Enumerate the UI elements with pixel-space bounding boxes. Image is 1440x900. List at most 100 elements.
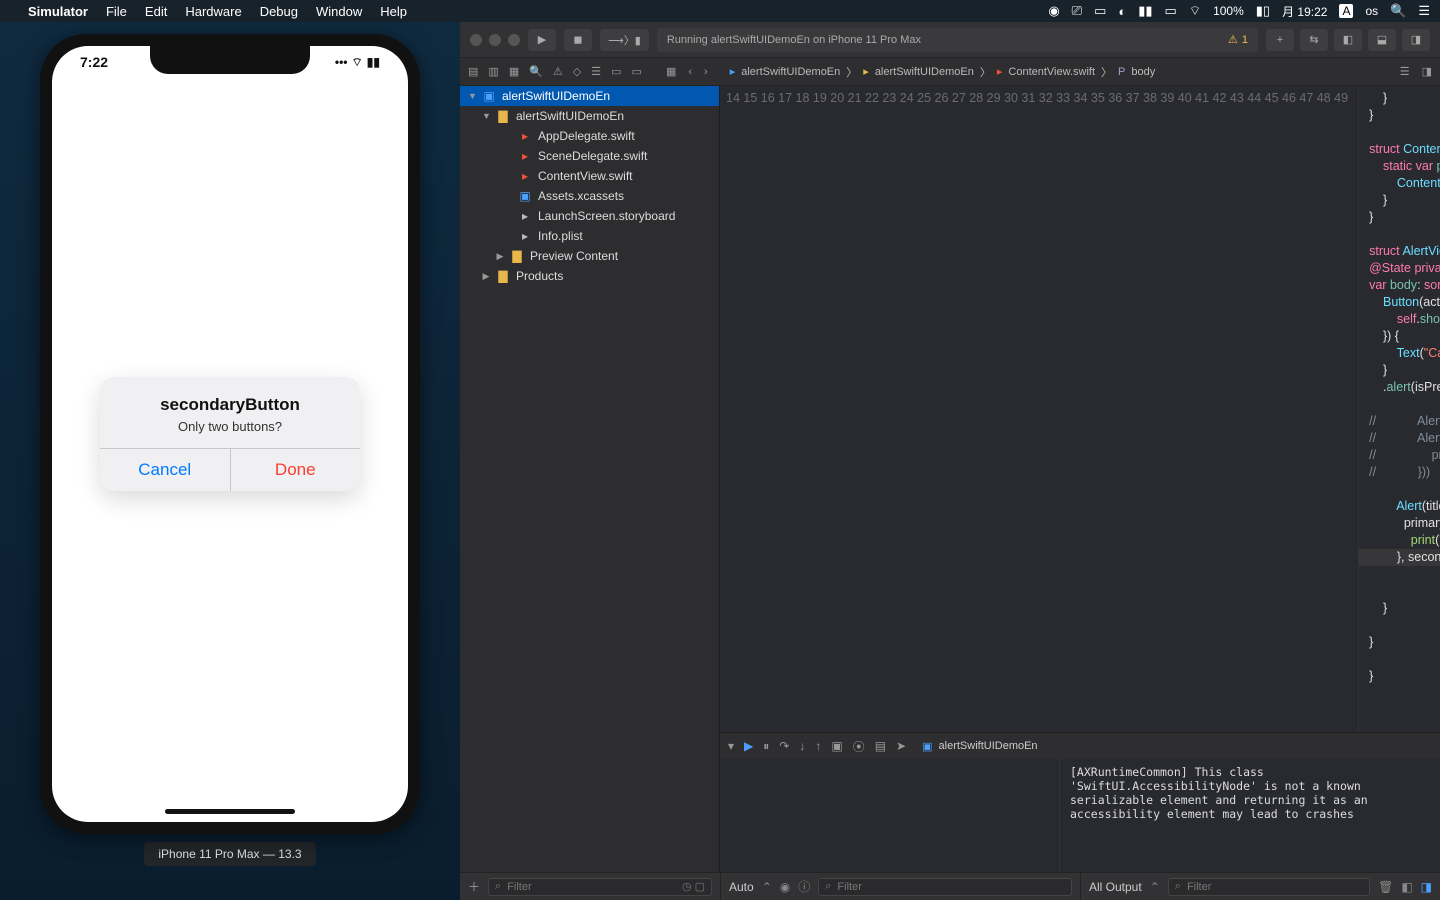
nav-test-icon[interactable]: ◇ — [573, 65, 581, 78]
adjust-editor-icon[interactable]: ◨ — [1422, 65, 1432, 78]
alert-title: secondaryButton — [114, 395, 346, 415]
alert-message: Only two buttons? — [114, 419, 346, 434]
nav-file[interactable]: ▸Info.plist — [460, 226, 719, 246]
console-filter[interactable]: ⌕Filter — [1168, 878, 1370, 896]
wifi-icon[interactable]: ⌔ — [1189, 3, 1201, 19]
auto-label[interactable]: Auto — [729, 880, 754, 894]
toggle-debug-button[interactable]: ⬓ — [1368, 29, 1396, 51]
eye-icon[interactable]: ◉ — [780, 880, 790, 894]
nav-root[interactable]: ▼▣alertSwiftUIDemoEn — [460, 86, 719, 106]
nav-project-icon[interactable]: ▤ — [468, 65, 478, 78]
editor-options-icon[interactable]: ☰ — [1400, 65, 1410, 78]
clock[interactable]: 月 19:22 — [1282, 3, 1327, 20]
location-icon[interactable]: ➤ — [896, 739, 906, 753]
warning-count[interactable]: 1 — [1242, 34, 1248, 46]
sidecar-icon[interactable]: ▮▮ — [1138, 3, 1152, 19]
screenshot-icon[interactable]: ⎚ — [1072, 3, 1082, 19]
breadcrumb[interactable]: ▸alertSwiftUIDemoEn〉 ▸alertSwiftUIDemoEn… — [730, 64, 1388, 80]
nav-debug-icon[interactable]: ☰ — [591, 65, 601, 78]
nav-report-icon[interactable]: ▭ — [632, 65, 642, 78]
battery-percent[interactable]: 100% — [1213, 4, 1244, 18]
forward-button[interactable]: › — [704, 66, 708, 78]
navigator-filter[interactable]: ⌕Filter◷ ▢ — [488, 878, 712, 896]
menu-hardware[interactable]: Hardware — [185, 4, 241, 19]
pause-icon[interactable]: ⏸ — [763, 739, 769, 754]
nav-file[interactable]: ▸SceneDelegate.swift — [460, 146, 719, 166]
siri-icon[interactable]: ◐ — [1118, 4, 1126, 19]
step-out-icon[interactable]: ↑ — [815, 739, 821, 753]
view-debug-icon[interactable]: ▣ — [831, 739, 842, 753]
phone-screen: 7:22 ••• ⌔ ▮▮ secondaryButton Only two b… — [52, 46, 408, 822]
menu-file[interactable]: File — [106, 4, 127, 19]
hide-debug-icon[interactable]: ▾ — [728, 739, 734, 753]
nav-file[interactable]: ▸ContentView.swift — [460, 166, 719, 186]
scheme-selector[interactable]: ⟶〉▮ — [600, 29, 649, 51]
memory-graph-icon[interactable]: ⦿ — [853, 738, 865, 755]
toggle-inspector-button[interactable]: ◨ — [1402, 29, 1430, 51]
traffic-lights[interactable] — [470, 34, 520, 46]
input-source[interactable]: A — [1339, 4, 1353, 18]
nav-folder[interactable]: ▶▇Products — [460, 266, 719, 286]
run-button[interactable]: ▶ — [528, 29, 556, 51]
related-items-icon[interactable]: ▦ — [666, 65, 676, 78]
menu-window[interactable]: Window — [316, 4, 362, 19]
add-editor-button[interactable]: + — [1266, 29, 1294, 51]
nav-folder[interactable]: ▶▇Preview Content — [460, 246, 719, 266]
stop-button[interactable]: ◼ — [564, 29, 592, 51]
spotlight-icon[interactable]: 🔍 — [1390, 3, 1406, 19]
clock-icon[interactable]: ◷ ▢ — [682, 880, 705, 893]
nav-breakpoint-icon[interactable]: ▭ — [611, 65, 621, 78]
step-into-icon[interactable]: ↓ — [799, 739, 805, 753]
wifi-status-icon: ⌔ — [352, 55, 363, 70]
simulator-caption: iPhone 11 Pro Max — 13.3 — [144, 842, 315, 866]
record-icon[interactable]: ◉ — [1048, 3, 1059, 19]
trash-icon[interactable]: 🗑 — [1378, 880, 1393, 894]
add-icon[interactable]: ＋ — [468, 878, 480, 895]
alert-cancel-button[interactable]: Cancel — [100, 449, 231, 491]
nav-file[interactable]: ▸LaunchScreen.storyboard — [460, 206, 719, 226]
jump-bar: ▤ ▥ ▦ 🔍 ⚠ ◇ ☰ ▭ ▭ ▦ ‹ › ▸alertSwiftUIDem… — [460, 58, 1440, 86]
display-icon[interactable]: ▭ — [1165, 3, 1177, 19]
nav-file[interactable]: ▣Assets.xcassets — [460, 186, 719, 206]
status-icons: ••• ⌔ ▮▮ — [335, 54, 380, 70]
environment-icon[interactable]: ▤ — [875, 739, 886, 753]
signal-icon: ••• — [335, 55, 348, 69]
nav-find-icon[interactable]: 🔍 — [529, 65, 543, 78]
console-output[interactable]: [AXRuntimeCommon] This class 'SwiftUI.Ac… — [1060, 759, 1440, 872]
menu-edit[interactable]: Edit — [145, 4, 167, 19]
bottom-bar: ＋ ⌕Filter◷ ▢ Auto⌃ ◉ ⓘ ⌕Filter All Outpu… — [460, 872, 1440, 900]
toggle-navigator-button[interactable]: ◧ — [1334, 29, 1362, 51]
warning-icon[interactable]: ⚠ — [1228, 33, 1238, 46]
source-editor[interactable]: } } struct ContentView_Previews: Preview… — [1359, 86, 1440, 732]
toggle-console-icon[interactable]: ◨ — [1421, 880, 1432, 894]
breakpoint-toggle-icon[interactable]: ▶ — [744, 739, 753, 753]
project-navigator[interactable]: ▼▣alertSwiftUIDemoEn ▼▇alertSwiftUIDemoE… — [460, 86, 720, 872]
user[interactable]: os — [1365, 4, 1378, 18]
variables-view[interactable] — [720, 759, 1060, 872]
app-name[interactable]: Simulator — [28, 4, 88, 19]
debug-target[interactable]: alertSwiftUIDemoEn — [939, 740, 1038, 752]
step-over-icon[interactable]: ↷ — [779, 739, 789, 753]
back-button[interactable]: ‹ — [688, 66, 692, 78]
nav-source-icon[interactable]: ▥ — [488, 65, 498, 78]
code-review-button[interactable]: ⇆ — [1300, 29, 1328, 51]
date-icon[interactable]: ▭ — [1094, 3, 1106, 19]
info-icon[interactable]: ⓘ — [798, 878, 810, 895]
home-indicator[interactable] — [165, 809, 295, 814]
menu-debug[interactable]: Debug — [260, 4, 298, 19]
alert-done-button[interactable]: Done — [231, 449, 361, 491]
notification-center-icon[interactable]: ☰ — [1418, 3, 1430, 19]
variables-filter[interactable]: ⌕Filter — [818, 878, 1072, 896]
status-time: 7:22 — [80, 54, 108, 70]
nav-issue-icon[interactable]: ⚠ — [553, 65, 563, 78]
all-output-label[interactable]: All Output — [1089, 880, 1142, 894]
line-gutter[interactable]: 14 15 16 17 18 19 20 21 22 23 24 25 26 2… — [720, 86, 1359, 732]
nav-file[interactable]: ▸AppDelegate.swift — [460, 126, 719, 146]
editor-area: 14 15 16 17 18 19 20 21 22 23 24 25 26 2… — [720, 86, 1440, 872]
xcode-window: ▶ ◼ ⟶〉▮ Running alertSwiftUIDemoEn on iP… — [460, 22, 1440, 900]
battery-icon[interactable]: ▮▯ — [1256, 3, 1270, 19]
toggle-vars-icon[interactable]: ◧ — [1401, 880, 1412, 894]
menu-help[interactable]: Help — [380, 4, 407, 19]
nav-group[interactable]: ▼▇alertSwiftUIDemoEn — [460, 106, 719, 126]
nav-symbol-icon[interactable]: ▦ — [509, 65, 519, 78]
